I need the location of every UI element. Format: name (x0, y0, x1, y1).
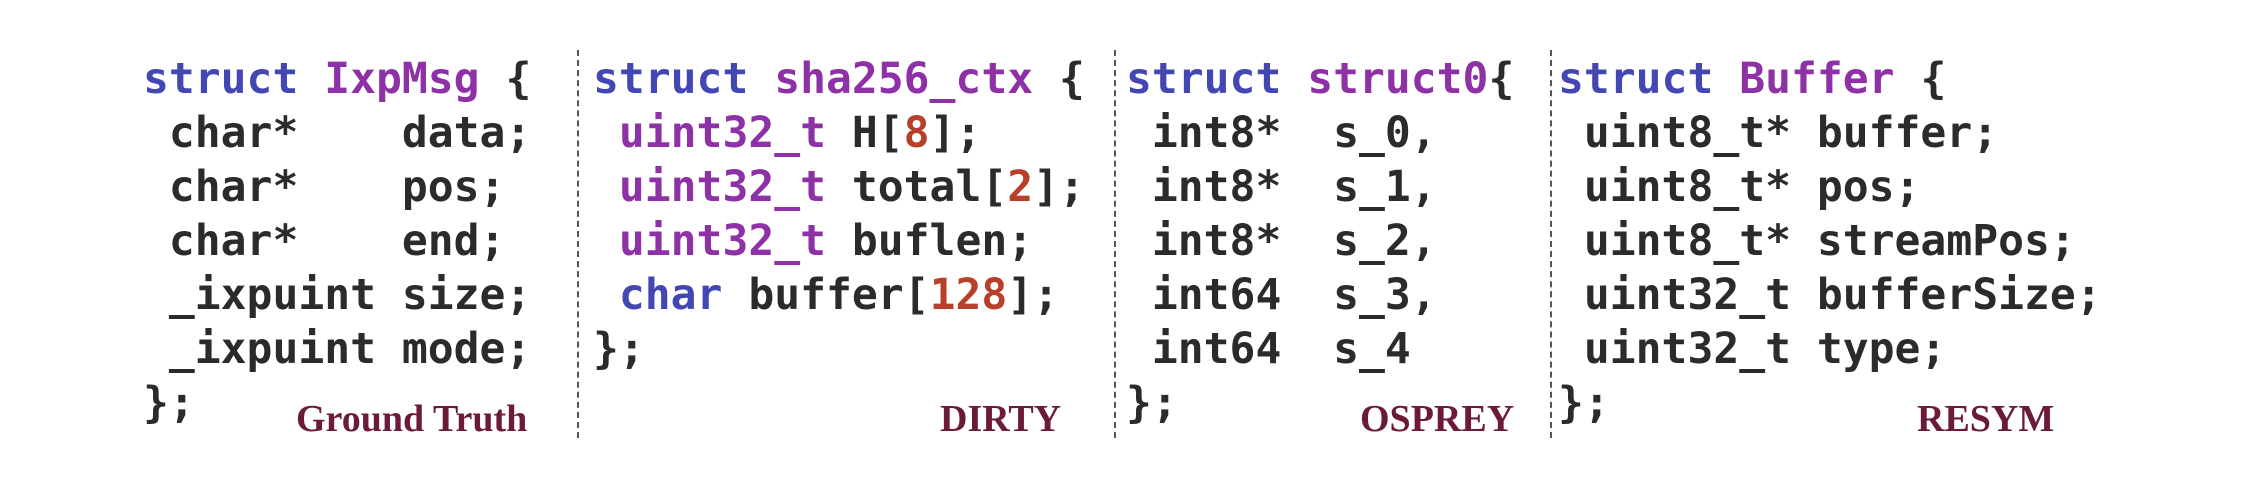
code-token: int8* s_2, (1126, 216, 1437, 266)
code-line: uint8_t* buffer; (1558, 106, 2102, 160)
code-token: sha256_ctx (774, 54, 1034, 104)
code-token: _ixpuint mode; (143, 324, 532, 374)
code-token: uint32_t (618, 108, 826, 158)
code-token: int64 s_3, (1126, 270, 1437, 320)
code-line: uint32_t type; (1558, 322, 2102, 376)
code-token: { (479, 54, 532, 104)
code-token: uint8_t* streamPos; (1558, 216, 2076, 266)
caption-resym: RESYM (1917, 398, 2055, 440)
code-line: int64 s_3, (1126, 268, 1514, 322)
code-token: { (1488, 54, 1515, 104)
code-line: uint8_t* streamPos; (1558, 214, 2102, 268)
code-token: struct (1126, 54, 1308, 104)
code-line: uint32_t total[2]; (593, 160, 1085, 214)
panel-ground-truth: struct IxpMsg { char* data; char* pos; c… (143, 52, 531, 430)
code-token: Buffer (1739, 54, 1895, 104)
code-token: uint32_t (618, 162, 826, 212)
code-line: struct Buffer { (1558, 52, 2102, 106)
caption-dirty: DIRTY (940, 398, 1062, 440)
code-line: char* end; (143, 214, 531, 268)
code-line: uint32_t bufferSize; (1558, 268, 2102, 322)
code-token: char* pos; (143, 162, 506, 212)
code-token: char* end; (143, 216, 506, 266)
panel-divider (577, 50, 579, 438)
code-token: uint32_t bufferSize; (1558, 270, 2102, 320)
code-token: uint32_t (618, 216, 826, 266)
code-line: struct struct0{ (1126, 52, 1514, 106)
code-token: 128 (929, 270, 1008, 320)
panel-osprey: struct struct0{ int8* s_0, int8* s_1, in… (1126, 52, 1514, 430)
code-token: }; (1126, 378, 1178, 428)
code-token: struct0 (1307, 54, 1489, 104)
code-token: int8* s_0, (1126, 108, 1437, 158)
code-line: int64 s_4 (1126, 322, 1514, 376)
code-token: int8* s_1, (1126, 162, 1437, 212)
code-token: char* data; (143, 108, 532, 158)
code-token: struct (593, 54, 775, 104)
code-line: _ixpuint mode; (143, 322, 531, 376)
code-token: ]; (929, 108, 982, 158)
code-token: }; (593, 324, 645, 374)
caption-ground-truth: Ground Truth (296, 398, 528, 440)
code-token: { (1033, 54, 1085, 104)
code-line: uint8_t* pos; (1558, 160, 2102, 214)
code-token: H[ (826, 108, 904, 158)
code-token: { (1894, 54, 1947, 104)
code-token: ]; (1033, 162, 1085, 212)
code-line: uint32_t H[8]; (593, 106, 1085, 160)
code-line: char* pos; (143, 160, 531, 214)
panel-divider (1550, 50, 1552, 438)
code-token: uint8_t* pos; (1558, 162, 1921, 212)
code-token: total[ (826, 162, 1008, 212)
code-token: struct (1558, 54, 1740, 104)
code-token: buflen; (826, 216, 1034, 266)
code-token: buffer[ (722, 270, 930, 320)
code-token: int64 s_4 (1126, 324, 1411, 374)
caption-osprey: OSPREY (1360, 398, 1515, 440)
code-token: IxpMsg (324, 54, 480, 104)
code-token: ]; (1007, 270, 1060, 320)
code-token: }; (143, 378, 195, 428)
code-token: uint32_t type; (1558, 324, 1947, 374)
panel-dirty: struct sha256_ctx { uint32_t H[8]; uint3… (593, 52, 1085, 376)
code-line: struct sha256_ctx { (593, 52, 1085, 106)
code-line: int8* s_1, (1126, 160, 1514, 214)
code-line: _ixpuint size; (143, 268, 531, 322)
panel-resym: struct Buffer { uint8_t* buffer; uint8_t… (1558, 52, 2102, 430)
code-token: char (618, 270, 723, 320)
code-token: }; (1558, 378, 1610, 428)
code-token: 8 (903, 108, 930, 158)
code-line: char* data; (143, 106, 531, 160)
code-token: uint8_t* buffer; (1558, 108, 1999, 158)
code-line: }; (593, 322, 1085, 376)
code-line: int8* s_2, (1126, 214, 1514, 268)
code-line: int8* s_0, (1126, 106, 1514, 160)
code-token: 2 (1007, 162, 1034, 212)
code-line: char buffer[128]; (593, 268, 1085, 322)
code-token: struct (143, 54, 325, 104)
panel-divider (1114, 50, 1116, 438)
code-token: _ixpuint size; (143, 270, 532, 320)
code-line: struct IxpMsg { (143, 52, 531, 106)
code-line: uint32_t buflen; (593, 214, 1085, 268)
